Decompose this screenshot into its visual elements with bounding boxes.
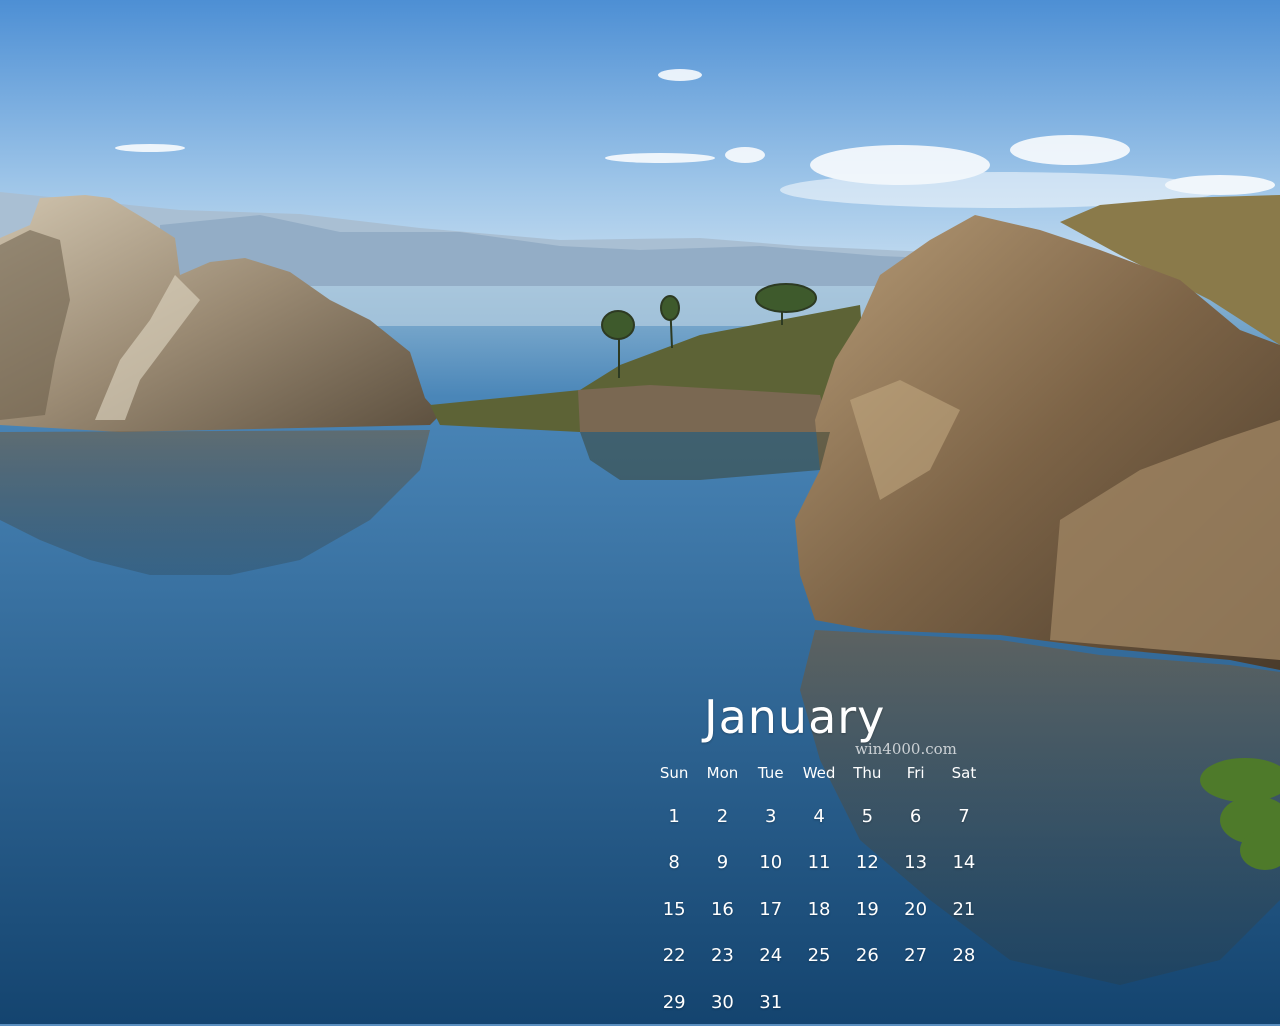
day-cell: 13 (891, 840, 939, 886)
day-cell: 2 (698, 794, 746, 840)
day-cell: 9 (698, 840, 746, 886)
month-title: January (704, 690, 885, 744)
day-cell: 24 (747, 933, 795, 979)
weekday-label: Mon (698, 760, 746, 786)
weekday-label: Wed (795, 760, 843, 786)
day-cell: 5 (843, 794, 891, 840)
day-cell: 21 (940, 887, 988, 933)
watermark-text: win4000.com (855, 740, 957, 758)
day-cell: 18 (795, 887, 843, 933)
weekday-label: Sat (940, 760, 988, 786)
weekday-label: Thu (843, 760, 891, 786)
day-cell: 22 (650, 933, 698, 979)
day-cell: 29 (650, 980, 698, 1026)
day-cell: 23 (698, 933, 746, 979)
day-cell: 17 (747, 887, 795, 933)
day-cell: 14 (940, 840, 988, 886)
day-cell: 28 (940, 933, 988, 979)
calendar-grid: Sun Mon Tue Wed Thu Fri Sat 1 2 3 4 5 6 … (650, 760, 988, 1026)
day-cell: 25 (795, 933, 843, 979)
day-cell: 7 (940, 794, 988, 840)
day-cell: 16 (698, 887, 746, 933)
day-cell: 3 (747, 794, 795, 840)
weekday-label: Sun (650, 760, 698, 786)
day-cell: 30 (698, 980, 746, 1026)
day-cell: 8 (650, 840, 698, 886)
day-cell: 19 (843, 887, 891, 933)
weekday-header-row: Sun Mon Tue Wed Thu Fri Sat (650, 760, 988, 786)
day-cell: 12 (843, 840, 891, 886)
day-cell: 15 (650, 887, 698, 933)
day-cell: 10 (747, 840, 795, 886)
day-cell: 20 (891, 887, 939, 933)
day-cell: 27 (891, 933, 939, 979)
day-cell: 4 (795, 794, 843, 840)
day-cell: 6 (891, 794, 939, 840)
lake-landscape-background (0, 0, 1280, 1024)
day-cells: 1 2 3 4 5 6 7 8 9 10 11 12 13 14 15 16 1… (650, 794, 988, 1026)
weekday-label: Tue (747, 760, 795, 786)
day-cell: 26 (843, 933, 891, 979)
day-cell: 1 (650, 794, 698, 840)
weekday-label: Fri (891, 760, 939, 786)
day-cell: 31 (747, 980, 795, 1026)
day-cell: 11 (795, 840, 843, 886)
